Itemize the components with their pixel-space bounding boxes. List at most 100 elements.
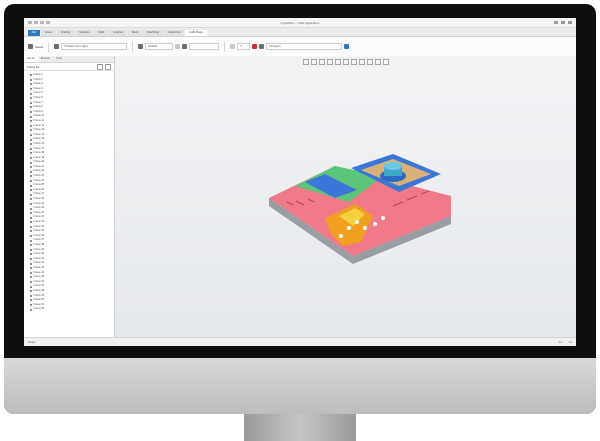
divider — [132, 41, 134, 52]
panel-tab[interactable]: Tools — [53, 56, 65, 62]
frame-icon — [30, 152, 32, 155]
part-hole — [355, 220, 359, 224]
search-icon — [54, 44, 60, 49]
ribbon-tab[interactable]: Mesh — [127, 30, 143, 36]
frame-icon — [30, 156, 32, 159]
panel-header: Frame list — [24, 63, 114, 71]
tree-item[interactable]: Frame 52 — [30, 307, 111, 312]
panel-tab[interactable]: Job list — [24, 56, 38, 62]
monitor: hyperMILL - CAM Application File Home Draf… — [4, 4, 596, 414]
frame-icon — [30, 175, 32, 178]
ribbon-tab[interactable]: Home — [41, 30, 57, 36]
frame-icon — [30, 115, 32, 118]
settings-icon[interactable] — [344, 44, 350, 49]
frame-icon — [30, 299, 32, 302]
ribbon-toolbar: Select Shaded with edges Default 0 All l… — [24, 37, 576, 57]
ribbon-tab[interactable]: Surfaces — [75, 30, 94, 36]
frame-icon — [30, 179, 32, 182]
status-text: Ready — [28, 340, 36, 344]
display-mode-field[interactable]: Shaded with edges — [61, 43, 128, 50]
part-hole — [363, 226, 367, 230]
frame-icon — [30, 253, 32, 256]
view-side-icon[interactable] — [318, 59, 325, 65]
all-layers-field[interactable]: All layers — [266, 43, 343, 50]
eye-icon[interactable] — [259, 44, 265, 49]
frame-icon — [30, 170, 32, 173]
color-group[interactable]: 0 All layers — [230, 43, 350, 50]
view-iso-icon[interactable] — [326, 59, 333, 65]
frame-icon — [30, 97, 32, 100]
units-indicator[interactable]: mm — [558, 341, 562, 344]
frame-icon — [30, 308, 32, 311]
pan-icon[interactable] — [358, 59, 365, 65]
ribbon-tabs: File Home Drafting Surfaces Solid Analysis Mes… — [24, 28, 576, 37]
frame-icon — [30, 207, 32, 210]
zoom-icon[interactable] — [342, 59, 349, 65]
view-toolbar — [302, 59, 389, 65]
title-bar: hyperMILL - CAM Application — [24, 18, 576, 28]
view-top-icon[interactable] — [302, 59, 309, 65]
workspace: Job list Browser Tools Frame list Frame 1F… — [24, 56, 576, 338]
part-boss-top — [384, 162, 402, 170]
frame-icon — [30, 221, 32, 224]
ribbon-tab[interactable]: File — [28, 30, 41, 36]
frame-icon — [30, 276, 32, 279]
frame-icon — [30, 294, 32, 297]
display-mode-group[interactable]: Shaded with edges — [54, 43, 128, 50]
frame-icon — [30, 285, 32, 288]
frame-icon — [30, 124, 32, 127]
frame-icon — [30, 134, 32, 137]
color-swatch-icon[interactable] — [252, 44, 258, 49]
frame-icon — [30, 138, 32, 141]
panel-tab[interactable]: Browser — [38, 56, 53, 62]
ribbon-tab[interactable]: Machining — [143, 30, 164, 36]
frame-icon — [30, 230, 32, 233]
frame-icon — [30, 129, 32, 132]
divider — [224, 41, 226, 52]
frame-icon — [30, 216, 32, 219]
view-front-icon[interactable] — [310, 59, 317, 65]
zoom-fit-icon[interactable] — [334, 59, 341, 65]
frame-icon — [30, 281, 32, 284]
ribbon-tab[interactable]: Drafting — [57, 30, 75, 36]
frame-icon — [30, 235, 32, 238]
frame-icon — [30, 189, 32, 192]
layer-field[interactable]: Default — [145, 43, 174, 50]
frame-icon — [30, 88, 32, 91]
frame-tree: Frame 1 Frame 2 Frame 3 Frame 4 Frame 5 Frame… — [24, 71, 114, 338]
tree-item-label: Frame 52 — [33, 307, 45, 311]
layer-group[interactable]: Default — [138, 43, 220, 50]
value-field[interactable]: 0 — [237, 43, 251, 50]
ribbon-tab[interactable]: CAM Plugin — [185, 30, 208, 36]
measure-icon[interactable] — [382, 59, 389, 65]
frame-icon — [30, 111, 32, 114]
chevron-down-icon[interactable] — [230, 44, 236, 49]
part-hole — [373, 222, 377, 226]
frame-icon — [30, 202, 32, 205]
select-group[interactable]: Select — [28, 44, 43, 49]
ribbon-tab[interactable]: Customize — [164, 30, 185, 36]
lock-icon[interactable] — [182, 44, 188, 49]
frame-icon — [30, 225, 32, 228]
app-window: hyperMILL - CAM Application File Home Draf… — [24, 18, 576, 346]
frame-icon — [30, 78, 32, 81]
section-icon[interactable] — [374, 59, 381, 65]
frame-icon — [30, 262, 32, 265]
cad-part-model[interactable] — [265, 146, 455, 266]
panel-title: Frame list — [27, 64, 40, 69]
filter-field[interactable] — [189, 43, 220, 50]
frame-icon — [30, 198, 32, 201]
shading-icon[interactable] — [366, 59, 373, 65]
ribbon-tab[interactable]: Solid — [94, 30, 109, 36]
expand-icon[interactable] — [105, 63, 111, 70]
chevron-down-icon[interactable] — [175, 44, 181, 49]
frame-icon — [30, 290, 32, 293]
filter-icon[interactable] — [97, 63, 103, 70]
frame-icon — [30, 74, 32, 77]
ribbon-tab[interactable]: Analysis — [109, 30, 127, 36]
rotate-icon[interactable] — [350, 59, 357, 65]
scale-indicator[interactable]: 1:1 — [568, 341, 572, 344]
3d-viewport[interactable] — [115, 56, 576, 338]
select-label: Select — [35, 44, 44, 49]
cursor-icon — [28, 44, 33, 49]
